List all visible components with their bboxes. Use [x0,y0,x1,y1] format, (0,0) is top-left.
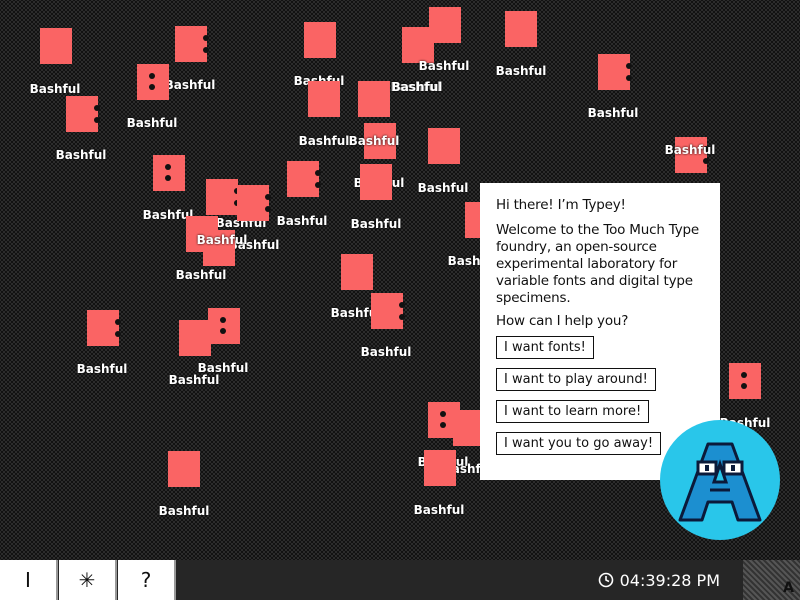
sparkle-button[interactable]: ✳ [59,560,117,600]
sparkle-icon: ✳ [78,568,96,592]
bashful-critter[interactable] [175,26,209,62]
go-away-button[interactable]: I want you to go away! [496,432,662,455]
bashful-label: Bashful [175,268,227,282]
bashful-critter[interactable] [87,310,121,346]
help-icon: ? [140,568,152,592]
bashful-label: Bashful [350,217,402,231]
bashful-label: Bashful [164,78,216,92]
bashful-critter[interactable] [137,64,169,100]
help-button[interactable]: ? [118,560,176,600]
bashful-label: Bashful [413,503,465,517]
clock-time: 04:39:28 PM [619,570,720,590]
bashful-critter[interactable] [729,363,761,399]
taskbar: I ✳ ? 04:39:28 PM A [0,560,800,600]
bashful-critter[interactable] [341,254,373,290]
bashful-critter[interactable] [429,7,461,43]
bashful-critter[interactable] [358,81,390,117]
bashful-label: Bashful [29,82,81,96]
bashful-label: Bashful [76,362,128,376]
bashful-label: Bashful [348,134,400,148]
bashful-critter[interactable] [308,81,340,117]
bashful-label: Bashful [276,214,328,228]
typey-assistant-button[interactable] [660,420,780,540]
bashful-label: Bashful [391,80,443,94]
bashful-label: Bashful [126,116,178,130]
learn-more-button[interactable]: I want to learn more! [496,400,650,423]
bashful-critter[interactable] [287,161,321,197]
clock-icon [598,572,613,588]
bashful-critter[interactable] [40,28,72,64]
bashful-critter[interactable] [208,308,240,344]
bashful-critter[interactable] [371,293,405,329]
clock: 04:39:28 PM [598,560,720,600]
bashful-label: Bashful [55,148,107,162]
bashful-label: Bashful [495,64,547,78]
bashful-critter[interactable] [206,179,240,215]
dialog-welcome: Welcome to the Too Much Type foundry, an… [496,222,699,306]
bashful-critter[interactable] [153,155,185,191]
bashful-critter[interactable] [168,451,200,487]
want-fonts-button[interactable]: I want fonts! [496,336,594,359]
bashful-critter[interactable] [428,128,460,164]
bashful-critter[interactable] [237,185,271,221]
bashful-label: Bashful [417,181,469,195]
text-cursor-icon: I [25,568,31,592]
bashful-critter[interactable] [66,96,100,132]
bashful-label: Bashful [360,345,412,359]
bashful-critter[interactable] [505,11,537,47]
bashful-label: Bashful [298,134,350,148]
bashful-label: Bashful [418,59,470,73]
bashful-label: Bashful [158,504,210,518]
bashful-critter[interactable] [179,320,211,356]
bashful-label: Bashful [196,233,248,247]
bashful-label: Bashful [587,106,639,120]
corner-button[interactable]: A [743,560,800,600]
bashful-label: Bashful [664,143,716,157]
dialog-greeting: Hi there! I’m Typey! [496,197,626,213]
corner-glyph: A [783,580,794,596]
typey-letter-a-mascot-icon [678,442,762,522]
dialog-question: How can I help you? [496,313,629,329]
bashful-critter[interactable] [360,164,392,200]
bashful-label: Bashful [168,373,220,387]
bashful-label: Bashful [197,361,249,375]
text-tool-button[interactable]: I [0,560,58,600]
bashful-critter[interactable] [598,54,632,90]
bashful-critter[interactable] [304,22,336,58]
bashful-critter[interactable] [424,450,456,486]
play-around-button[interactable]: I want to play around! [496,368,656,391]
